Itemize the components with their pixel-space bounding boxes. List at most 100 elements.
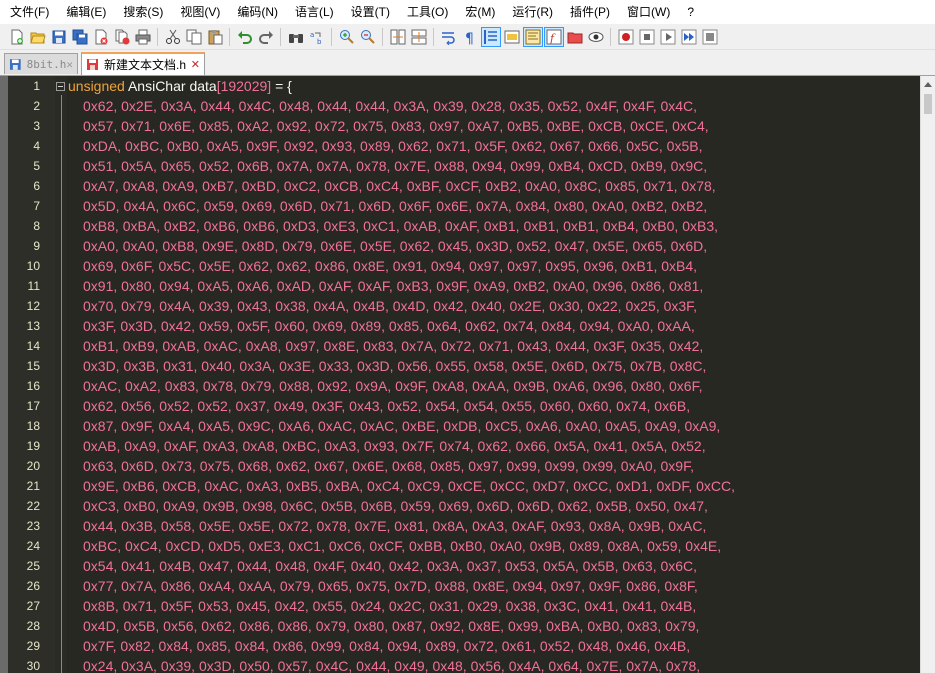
line-number: 26 [26,579,40,593]
print-icon[interactable] [134,28,152,46]
line-number: 22 [26,499,40,513]
menu-file[interactable]: 文件(F) [0,0,56,24]
paste-icon[interactable] [206,28,224,46]
code-line: 3 0x57, 0x71, 0x6E, 0x85, 0xA2, 0x92, 0x7… [0,116,920,136]
menu-run[interactable]: 运行(R) [502,0,560,24]
undo-icon[interactable] [236,28,254,46]
code-line: 14 0xB1, 0xB9, 0xAB, 0xAC, 0xA8, 0x97, 0x… [0,336,920,356]
menu-settings[interactable]: 设置(T) [341,0,397,24]
toolbar-separator [280,27,281,46]
hex-data-line: 0x62, 0x56, 0x52, 0x52, 0x37, 0x49, 0x3F… [83,398,691,414]
code-line: 17 0x62, 0x56, 0x52, 0x52, 0x37, 0x49, 0x… [0,396,920,416]
menu-edit[interactable]: 编辑(E) [56,0,113,24]
saved-file-icon [9,58,21,70]
hex-data-line: 0x62, 0x2E, 0x3A, 0x44, 0x4C, 0x48, 0x44… [83,98,698,114]
code-editor[interactable]: 1 unsigned AnsiChar data[192029] = { 2 0x… [0,76,935,673]
hex-data-line: 0xA0, 0xA0, 0xB8, 0x9E, 0x8D, 0x79, 0x6E… [83,238,708,254]
open-file-icon[interactable] [29,28,47,46]
tab-8bit-h[interactable]: 8bit.h ✕ [4,53,78,74]
code-line: 29 0x7F, 0x82, 0x84, 0x85, 0x84, 0x86, 0x… [0,636,920,656]
cut-icon[interactable] [164,28,182,46]
hex-data-line: 0x7F, 0x82, 0x84, 0x85, 0x84, 0x86, 0x99… [83,638,691,654]
line-number: 24 [26,539,40,553]
play-macro-icon[interactable] [659,28,677,46]
hex-data-line: 0x8B, 0x71, 0x5F, 0x53, 0x45, 0x42, 0x55… [83,598,697,614]
line-number: 21 [26,479,40,493]
menu-search[interactable]: 搜索(S) [113,0,170,24]
user-language-icon[interactable] [503,28,521,46]
vertical-scrollbar[interactable] [920,76,935,673]
type-name: AnsiChar [127,78,186,94]
folder-as-workspace-icon[interactable] [566,28,584,46]
menu-window[interactable]: 窗口(W) [617,0,677,24]
unsaved-file-icon [87,59,98,70]
save-macro-icon[interactable] [701,28,719,46]
line-number: 29 [26,639,40,653]
menu-view[interactable]: 视图(V) [170,0,227,24]
sync-horizontal-icon[interactable] [410,28,428,46]
code-line: 19 0xAB, 0xA9, 0xAF, 0xA3, 0xA8, 0xBC, 0x… [0,436,920,456]
hex-data-line: 0x51, 0x5A, 0x65, 0x52, 0x6B, 0x7A, 0x7A… [83,158,708,174]
tab-close-icon[interactable]: ✕ [191,58,200,71]
assign-brace: = { [271,78,292,94]
close-file-icon[interactable] [92,28,110,46]
find-icon[interactable] [287,28,305,46]
scrollbar-thumb[interactable] [924,94,932,114]
tab-bar: 8bit.h ✕ 新建文本文档.h ✕ [0,51,935,76]
sync-vertical-icon[interactable] [389,28,407,46]
show-all-chars-icon[interactable]: ¶ [461,28,479,46]
scroll-up-icon[interactable] [924,82,932,87]
variable-name: data [189,78,217,94]
copy-icon[interactable] [185,28,203,46]
svg-text:b: b [317,38,322,45]
line-number: 7 [33,199,40,213]
word-wrap-icon[interactable] [440,28,458,46]
declaration: unsigned AnsiChar data[192029] = { [68,76,292,96]
code-line: 30 0x24, 0x3A, 0x39, 0x3D, 0x50, 0x57, 0x… [0,656,920,673]
document-map-icon[interactable] [522,26,543,47]
menu-encoding[interactable]: 编码(N) [227,0,285,24]
redo-icon[interactable] [257,28,275,46]
hex-data-line: 0x57, 0x71, 0x6E, 0x85, 0xA2, 0x92, 0x72… [83,118,709,134]
record-macro-icon[interactable] [617,28,635,46]
replace-icon[interactable]: ab [308,28,326,46]
line-number: 25 [26,559,40,573]
tab-new-text-document-h[interactable]: 新建文本文档.h ✕ [81,52,205,75]
line-number: 30 [26,659,40,673]
hex-data-line: 0xAC, 0xA2, 0x83, 0x78, 0x79, 0x88, 0x92… [83,378,703,394]
function-list-icon[interactable]: f [543,26,564,47]
line-number: 4 [33,139,40,153]
save-all-icon[interactable] [71,28,89,46]
code-line: 12 0x70, 0x79, 0x4A, 0x39, 0x43, 0x38, 0x… [0,296,920,316]
code-line: 28 0x4D, 0x5B, 0x56, 0x62, 0x86, 0x86, 0x… [0,616,920,636]
close-all-icon[interactable] [113,28,131,46]
hex-data-line: 0x24, 0x3A, 0x39, 0x3D, 0x50, 0x57, 0x4C… [83,658,701,673]
line-number: 9 [33,239,40,253]
monitoring-icon[interactable] [587,28,605,46]
save-icon[interactable] [50,28,68,46]
menu-tools[interactable]: 工具(O) [397,0,455,24]
line-number: 13 [26,319,40,333]
tab-label: 8bit.h [26,57,67,71]
menu-language[interactable]: 语言(L) [285,0,341,24]
stop-macro-icon[interactable] [638,28,656,46]
line-number: 14 [26,339,40,353]
menu-macro[interactable]: 宏(M) [455,0,502,24]
menu-help[interactable]: ? [677,0,701,24]
code-line: 8 0xB8, 0xBA, 0xB2, 0xB6, 0xB6, 0xD3, 0xE… [0,216,920,236]
zoom-out-icon[interactable] [359,28,377,46]
code-line: 27 0x8B, 0x71, 0x5F, 0x53, 0x45, 0x42, 0x… [0,596,920,616]
zoom-in-icon[interactable] [338,28,356,46]
toolbar-separator [157,27,158,46]
tab-label: 新建文本文档.h [104,58,187,72]
run-macro-multiple-icon[interactable] [680,28,698,46]
toolbar-separator [433,27,434,46]
hex-data-line: 0x3D, 0x3B, 0x31, 0x40, 0x3A, 0x3E, 0x33… [83,358,707,374]
hex-data-line: 0x44, 0x3B, 0x58, 0x5E, 0x5E, 0x72, 0x78… [83,518,707,534]
tab-close-icon[interactable]: ✕ [66,58,73,71]
code-line: 11 0x91, 0x80, 0x94, 0xA5, 0xA6, 0xAD, 0x… [0,276,920,296]
code-line: 22 0xC3, 0xB0, 0xA9, 0x9B, 0x98, 0x6C, 0x… [0,496,920,516]
indent-guide-icon[interactable] [480,26,501,47]
menu-plugins[interactable]: 插件(P) [560,0,617,24]
new-file-icon[interactable] [8,28,26,46]
